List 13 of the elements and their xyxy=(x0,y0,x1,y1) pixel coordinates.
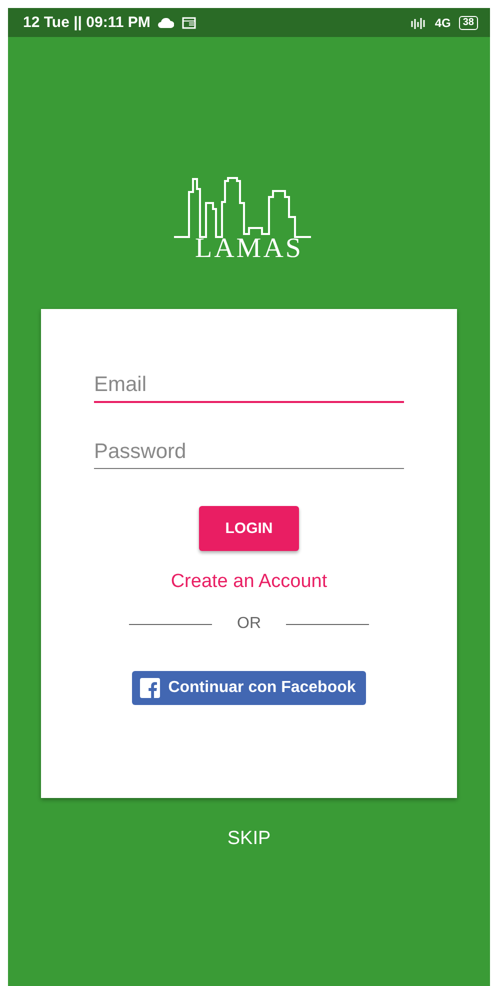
create-account-link[interactable]: Create an Account xyxy=(170,571,328,593)
status-time: 12 Tue || 09:11 PM xyxy=(23,14,150,31)
network-type: 4G xyxy=(434,16,451,30)
signal-icon xyxy=(410,16,427,28)
logo-text: LAMAS xyxy=(194,233,303,265)
skip-link[interactable]: SKIP xyxy=(227,828,271,850)
calendar-icon xyxy=(182,16,196,28)
battery-level: 38 xyxy=(458,16,478,30)
login-button[interactable]: LOGIN xyxy=(199,506,299,551)
facebook-button[interactable]: Continuar con Facebook xyxy=(132,671,366,705)
facebook-icon xyxy=(140,678,160,698)
or-divider-text: OR xyxy=(237,615,261,633)
cloud-icon xyxy=(158,18,174,28)
